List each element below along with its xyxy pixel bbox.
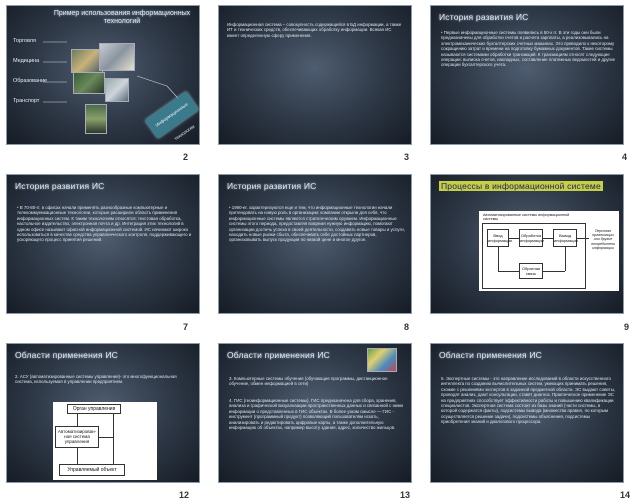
arrow-3 [113,414,114,464]
slide-body-text-1: 3. Компьютерные системы обучения (обучаю… [229,376,388,387]
map-image [367,348,397,372]
arrow-feedback-v2 [498,247,499,271]
arrow-4 [99,437,113,438]
slide-title: История развития ИС [227,181,317,191]
slide-thumbnail-2[interactable]: Пример использования информационных техн… [6,5,200,145]
processing-box: Обработка информации [519,229,544,247]
slide-thumbnail-7[interactable]: История развития ИС В 70-80-гг. в офисах… [6,174,200,314]
slide-thumbnail-14[interactable]: Области применения ИС 5. Экспертные сист… [430,343,624,483]
arrow-1 [77,414,78,426]
slide-number: 13 [400,490,411,500]
slide-number: 4 [622,152,628,162]
slide-title: История развития ИС [15,181,105,191]
process-diagram: Автоматизированные системы информационно… [479,211,619,291]
slide-number: 14 [620,490,631,500]
arrow-input-processing [509,238,519,239]
slide-number: 9 [624,322,630,332]
slide-number: 2 [183,152,189,162]
arrow-feedback-h2 [498,271,519,272]
control-organ-box: Орган управления [67,404,121,414]
slide-body-text-2: 4. ГИС (геоинформационные системы). ГИС … [229,398,403,431]
slide-body-text: Информационная система – совокупность со… [227,22,402,38]
slide-body-text: Первые информационные системы появились … [441,30,617,68]
slide-title: Области применения ИС [227,350,330,360]
managed-object-box: Управляемый объект [59,464,125,476]
acs-box: Автоматизирован-ная система управления [55,426,99,448]
slide-body-text: 1990-ег. характеризуются еще и тем, что … [229,205,405,243]
slide-thumbnail-4[interactable]: История развития ИС Первые информационны… [430,5,624,145]
slide-title: История развития ИС [439,12,529,22]
slide-thumbnail-13[interactable]: Области применения ИС 3. Компьютерные си… [218,343,412,483]
outer-label: Автоматизированные системы информационно… [483,213,570,222]
slide-body-text: В 70-80-гг. в офисах начали применять ра… [17,205,193,243]
input-box: Ввод информации [487,229,512,247]
slide-number: 12 [179,490,190,500]
consumer-box: Персонал организации или другие потребит… [591,229,615,250]
slide-number: 3 [404,152,410,162]
slide-title: Процессы в информационной системе [439,181,603,191]
arrow-processing-output [543,238,553,239]
slide-body-text: 2. АСУ (автоматизированные системы управ… [15,374,177,385]
arrow-output-consumer [577,238,589,239]
slide-number: 7 [183,322,189,332]
slide-thumbnail-8[interactable]: История развития ИС 1990-ег. характеризу… [218,174,412,314]
output-box: Вывод информации [553,229,578,247]
feedback-box: Обратная связь [519,263,543,279]
slide-body-text: 5. Экспертные системы - это направление … [441,376,616,425]
slide-title: Области применения ИС [15,350,118,360]
slide-number: 8 [404,322,410,332]
arrow-feedback-v1 [565,247,566,271]
slide-thumbnail-12[interactable]: Области применения ИС 2. АСУ (автоматизи… [6,343,200,483]
slide-thumbnail-9[interactable]: Процессы в информационной системе Автома… [430,174,624,314]
asu-diagram: Орган управления Автоматизирован-ная сис… [53,402,157,480]
slide-title-text: Процессы в информационной системе [439,181,603,191]
slide-thumbnail-3[interactable]: Информационная система – совокупность со… [218,5,412,145]
arrow-2 [77,448,78,464]
arrow-feedback-h1 [543,271,565,272]
slide-title: Области применения ИС [439,350,542,360]
